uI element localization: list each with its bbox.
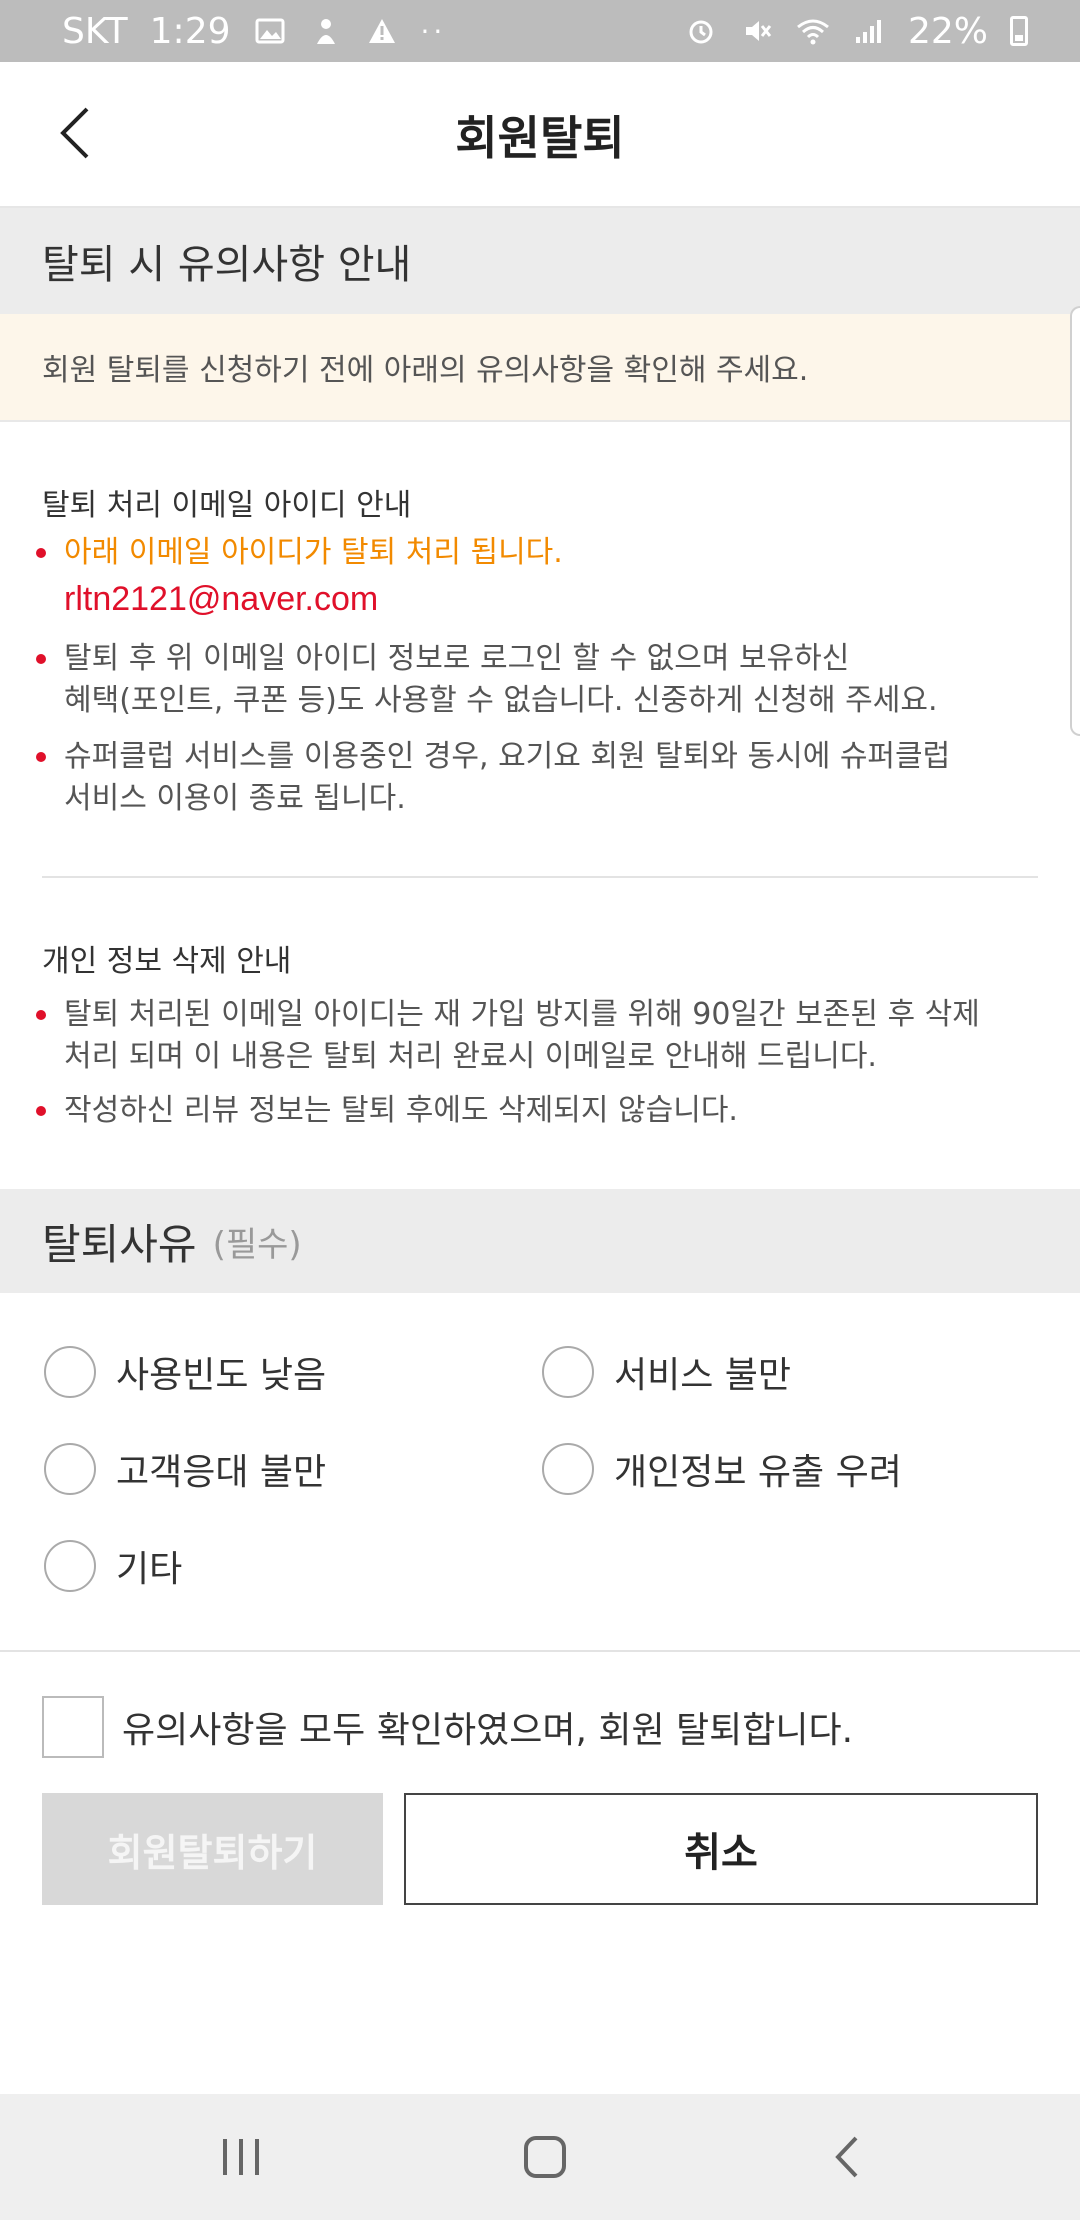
required-label: (필수) (212, 1224, 302, 1265)
email-section-title: 탈퇴 처리 이메일 아이디 안내 (42, 488, 412, 523)
section-divider (42, 876, 1038, 878)
time-label: 1:29 (149, 10, 231, 52)
page-title: 회원탈퇴 (455, 111, 625, 165)
agree-label: 유의사항을 모두 확인하였으며, 회원 탈퇴합니다. (122, 1710, 854, 1751)
radio-label: 기타 (116, 1549, 183, 1590)
alarm-icon (684, 14, 718, 48)
reason-heading-text: 탈퇴사유 (42, 1219, 197, 1269)
reason-option-other[interactable]: 기타 (44, 1540, 182, 1592)
radio-button[interactable] (44, 1346, 96, 1398)
reason-section-heading: 탈퇴사유 (필수) (0, 1189, 1080, 1293)
login-notice-line2: 혜택(포인트, 쿠폰 등)도 사용할 수 없습니다. 신중하게 신청해 주세요. (64, 683, 938, 718)
status-left: SKT 1:29 ·· (62, 11, 446, 52)
agree-row[interactable]: 유의사항을 모두 확인하였으며, 회원 탈퇴합니다. (42, 1696, 853, 1758)
scroll-indicator (1070, 306, 1080, 736)
recent-apps-icon (223, 2139, 259, 2175)
image-icon (253, 14, 287, 48)
radio-label: 사용빈도 낮음 (116, 1355, 327, 1396)
reason-option-low-usage[interactable]: 사용빈도 낮음 (44, 1346, 326, 1398)
superclub-notice-line1: 슈퍼클럽 서비스를 이용중인 경우, 요기요 회원 탈퇴와 동시에 슈퍼클럽 (64, 739, 951, 774)
radio-label: 서비스 불만 (614, 1355, 792, 1396)
radio-button[interactable] (44, 1540, 96, 1592)
back-arrow-icon (835, 2136, 858, 2178)
privacy-section-title: 개인 정보 삭제 안내 (42, 944, 292, 979)
reason-option-customer-service[interactable]: 고객응대 불만 (44, 1443, 326, 1495)
withdraw-button[interactable]: 회원탈퇴하기 (42, 1793, 383, 1905)
radio-button[interactable] (44, 1443, 96, 1495)
review-notice-text: 작성하신 리뷰 정보는 탈퇴 후에도 삭제되지 않습니다. (64, 1093, 738, 1128)
mute-icon (740, 14, 774, 48)
superclub-notice-line2: 서비스 이용이 종료 됩니다. (64, 781, 406, 816)
status-bar: SKT 1:29 ·· 22% (0, 0, 1080, 62)
login-notice-line1: 탈퇴 후 위 이메일 아이디 정보로 로그인 할 수 없으며 보유하신 (64, 641, 850, 676)
battery-icon (1010, 16, 1028, 46)
cancel-button[interactable]: 취소 (404, 1793, 1038, 1905)
privacy-retention-bullet: 탈퇴 처리된 이메일 아이디는 재 가입 방지를 위해 90일간 보존된 후 삭… (36, 994, 1026, 1078)
home-button[interactable] (510, 2122, 580, 2192)
radio-label: 고객응대 불만 (116, 1452, 327, 1493)
status-right: 22% (684, 11, 1028, 52)
notice-heading-text: 탈퇴 시 유의사항 안내 (42, 242, 412, 288)
reason-option-privacy[interactable]: 개인정보 유출 우려 (542, 1443, 902, 1495)
review-notice-bullet: 작성하신 리뷰 정보는 탈퇴 후에도 삭제되지 않습니다. (36, 1090, 1026, 1132)
radio-label: 개인정보 유출 우려 (614, 1452, 902, 1493)
email-highlight-text: 아래 이메일 아이디가 탈퇴 처리 됩니다. (64, 535, 563, 570)
page: SKT 1:29 ·· 22% 회원탈퇴 탈퇴 시 유의사항 안내 회원 탈퇴를… (0, 0, 1080, 2220)
notice-banner-text: 회원 탈퇴를 신청하기 전에 아래의 유의사항을 확인해 주세요. (42, 353, 809, 388)
carrier-label: SKT (62, 10, 128, 52)
nav-back-button[interactable] (812, 2122, 882, 2192)
warning-icon (365, 14, 399, 48)
email-highlight-bullet: 아래 이메일 아이디가 탈퇴 처리 됩니다. (36, 532, 1026, 574)
radio-button[interactable] (542, 1346, 594, 1398)
reason-divider (0, 1650, 1080, 1652)
notice-section-heading: 탈퇴 시 유의사항 안내 (0, 208, 1080, 314)
withdraw-email: rltn2121@naver.com (64, 580, 379, 618)
app-header: 회원탈퇴 (0, 62, 1080, 208)
radio-button[interactable] (542, 1443, 594, 1495)
recent-apps-button[interactable] (206, 2122, 276, 2192)
home-icon (524, 2136, 566, 2178)
wifi-icon (796, 14, 830, 48)
privacy-retention-line2: 처리 되며 이 내용은 탈퇴 처리 완료시 이메일로 안내해 드립니다. (64, 1039, 877, 1074)
agree-checkbox[interactable] (42, 1696, 104, 1758)
battery-percent: 22% (907, 10, 988, 52)
notification-icon (309, 14, 343, 48)
privacy-retention-line1: 탈퇴 처리된 이메일 아이디는 재 가입 방지를 위해 90일간 보존된 후 삭… (64, 997, 980, 1032)
notice-banner: 회원 탈퇴를 신청하기 전에 아래의 유의사항을 확인해 주세요. (0, 314, 1080, 422)
more-dots: ·· (420, 14, 447, 48)
reason-option-service[interactable]: 서비스 불만 (542, 1346, 791, 1398)
system-nav-bar (0, 2094, 1080, 2220)
login-notice-bullet: 탈퇴 후 위 이메일 아이디 정보로 로그인 할 수 없으며 보유하신 혜택(포… (36, 638, 1026, 722)
signal-icon (852, 14, 886, 48)
superclub-notice-bullet: 슈퍼클럽 서비스를 이용중인 경우, 요기요 회원 탈퇴와 동시에 슈퍼클럽 서… (36, 736, 1026, 820)
